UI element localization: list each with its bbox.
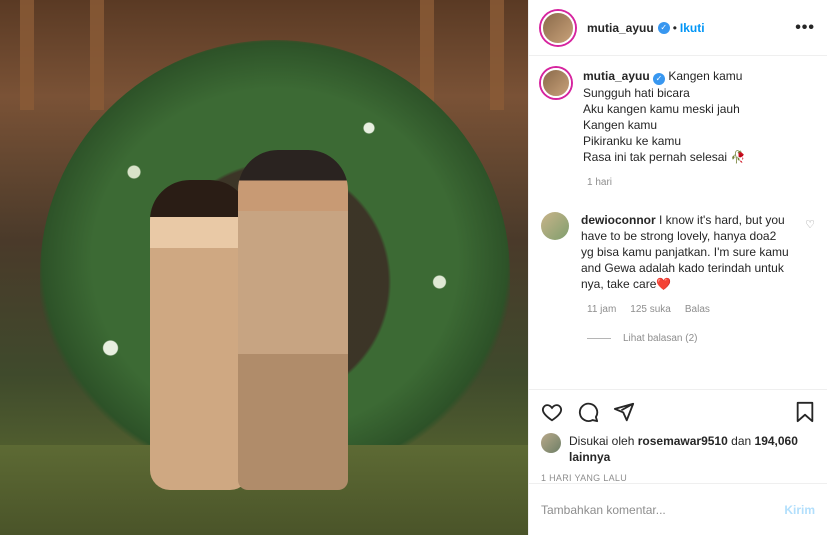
heart-icon[interactable] (541, 401, 563, 423)
caption-line: Rasa ini tak pernah selesai (583, 150, 728, 164)
rose-emoji-icon: 🥀 (730, 150, 746, 164)
comment-timestamp[interactable]: 11 jam (587, 304, 616, 315)
replies-divider (587, 338, 611, 339)
likes-summary: Disukai oleh rosemawar9510 dan 194,060 l… (529, 433, 827, 465)
comment-avatar[interactable] (541, 212, 569, 240)
caption-line: Aku kangen kamu meski jauh (583, 102, 740, 116)
header-user: mutia_ayuu ✓ • Ikuti (587, 21, 705, 35)
view-replies-label: Lihat balasan (2) (623, 333, 698, 344)
comment-input[interactable] (541, 502, 785, 517)
caption: mutia_ayuu ✓ Kangen kamu Sungguh hati bi… (541, 68, 815, 165)
paper-plane-icon[interactable] (613, 401, 635, 423)
action-bar (529, 389, 827, 433)
avatar[interactable] (541, 10, 575, 45)
comment-text: dewioconnor I know it's hard, but you ha… (581, 212, 791, 292)
more-options-icon[interactable]: ••• (795, 19, 815, 37)
comment-bubble-icon[interactable] (577, 401, 599, 423)
caption-line: Kangen kamu (668, 69, 743, 83)
liker-username[interactable]: rosemawar9510 (638, 434, 728, 448)
photo-decor (490, 0, 504, 110)
separator-dot: • (672, 20, 677, 35)
comment: dewioconnor I know it's hard, but you ha… (541, 212, 815, 292)
post-header: mutia_ayuu ✓ • Ikuti ••• (529, 0, 827, 56)
follow-button[interactable]: Ikuti (680, 21, 705, 35)
photo-bride (150, 180, 250, 490)
caption-text: mutia_ayuu ✓ Kangen kamu Sungguh hati bi… (583, 68, 745, 165)
comment-username[interactable]: dewioconnor (581, 213, 656, 227)
add-comment-bar: Kirim (529, 483, 827, 535)
reply-button[interactable]: Balas (685, 304, 710, 315)
header-username[interactable]: mutia_ayuu (587, 21, 654, 35)
caption-username[interactable]: mutia_ayuu (583, 69, 650, 83)
caption-timestamp[interactable]: 1 hari (587, 177, 815, 188)
caption-line: Kangen kamu (583, 118, 658, 132)
comment-meta: 11 jam 125 suka Balas (587, 304, 815, 315)
likes-connector: dan (731, 434, 752, 448)
bookmark-icon[interactable] (795, 401, 815, 423)
photo-decor (20, 0, 34, 110)
post-modal: mutia_ayuu ✓ • Ikuti ••• mutia_ayuu ✓ Ka… (0, 0, 827, 535)
verified-icon: ✓ (653, 73, 666, 85)
view-replies-button[interactable]: Lihat balasan (2) (587, 333, 815, 344)
likes-text: Disukai oleh rosemawar9510 dan 194,060 l… (569, 433, 815, 465)
comment-like-icon[interactable]: ♡ (805, 218, 815, 231)
verified-icon: ✓ (657, 21, 670, 34)
photo-decor (90, 0, 104, 110)
post-photo[interactable] (0, 0, 528, 535)
caption-line: Sungguh hati bicara (583, 86, 690, 100)
caption-avatar[interactable] (541, 68, 571, 98)
post-date[interactable]: 1 HARI YANG LALU (529, 465, 827, 483)
liker-avatar[interactable] (541, 433, 561, 453)
comment-like-count[interactable]: 125 suka (630, 304, 671, 315)
post-side-panel: mutia_ayuu ✓ • Ikuti ••• mutia_ayuu ✓ Ka… (528, 0, 827, 535)
comments-section: mutia_ayuu ✓ Kangen kamu Sungguh hati bi… (529, 56, 827, 389)
caption-line: Pikiranku ke kamu (583, 134, 682, 148)
heart-emoji-icon: ❤️ (656, 277, 672, 291)
photo-groom (238, 150, 348, 490)
likes-prefix: Disukai oleh (569, 434, 635, 448)
post-comment-button[interactable]: Kirim (784, 503, 815, 517)
